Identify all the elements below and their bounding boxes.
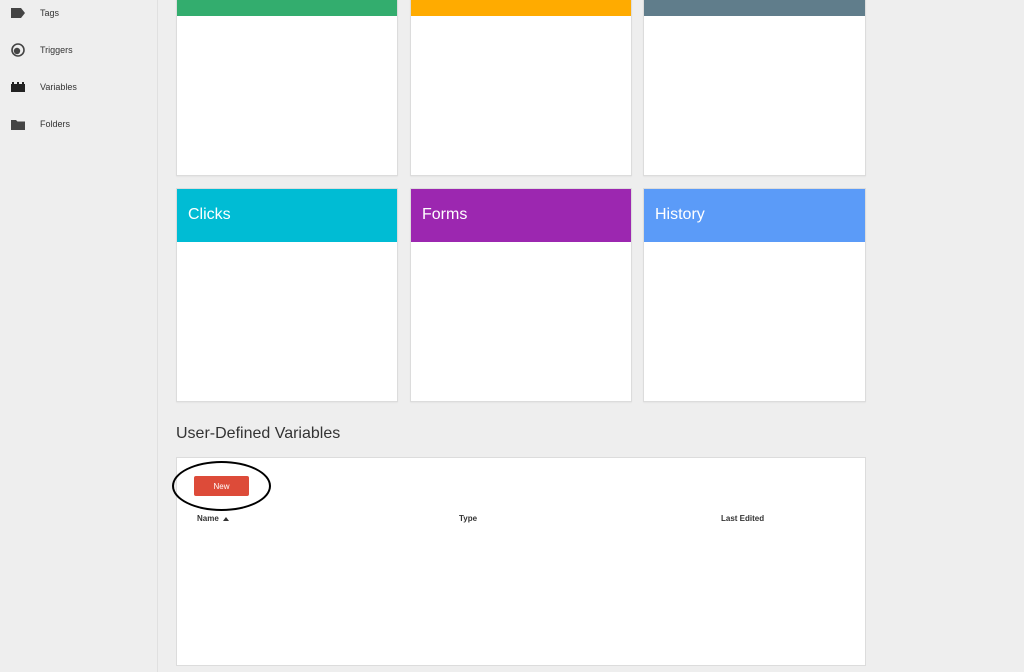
sidebar-item-label: Folders — [40, 119, 71, 129]
card-header: Clicks — [177, 189, 397, 242]
card-header — [411, 0, 631, 16]
variable-card[interactable] — [643, 0, 866, 176]
user-defined-variables-panel: New Name Type Last Edited — [172, 457, 866, 666]
card-title: Clicks — [188, 206, 231, 223]
card-title: History — [655, 206, 705, 223]
sidebar-item-triggers[interactable]: Triggers — [0, 35, 157, 65]
variable-card-clicks[interactable]: Clicks — [176, 188, 398, 402]
variable-card[interactable] — [410, 0, 632, 176]
variable-card-history[interactable]: History — [643, 188, 866, 402]
sidebar-item-tags[interactable]: Tags — [0, 0, 157, 28]
variables-icon — [11, 80, 25, 94]
card-header — [644, 0, 865, 16]
new-variable-button[interactable]: New — [194, 476, 249, 496]
sidebar-item-folders[interactable]: Folders — [0, 109, 157, 139]
folder-icon — [11, 117, 25, 131]
variable-card-forms[interactable]: Forms — [410, 188, 632, 402]
tag-icon — [11, 6, 25, 20]
sidebar-item-label: Triggers — [40, 45, 73, 55]
card-header — [177, 0, 397, 16]
card-title: Forms — [422, 206, 468, 223]
card-header: History — [644, 189, 865, 242]
sidebar-item-variables[interactable]: Variables — [0, 72, 157, 102]
column-header-name[interactable]: Name — [197, 514, 229, 523]
column-header-label: Name — [197, 514, 219, 523]
sidebar-item-label: Variables — [40, 82, 77, 92]
column-header-last-edited[interactable]: Last Edited — [721, 514, 764, 523]
trigger-icon — [11, 43, 25, 57]
card-header: Forms — [411, 189, 631, 242]
sort-ascending-icon — [222, 516, 229, 521]
column-header-type[interactable]: Type — [459, 514, 477, 523]
sidebar: Tags Triggers Variables Folders — [0, 0, 158, 672]
variable-card[interactable] — [176, 0, 398, 176]
section-title: User-Defined Variables — [176, 425, 341, 442]
sidebar-item-label: Tags — [40, 8, 60, 18]
